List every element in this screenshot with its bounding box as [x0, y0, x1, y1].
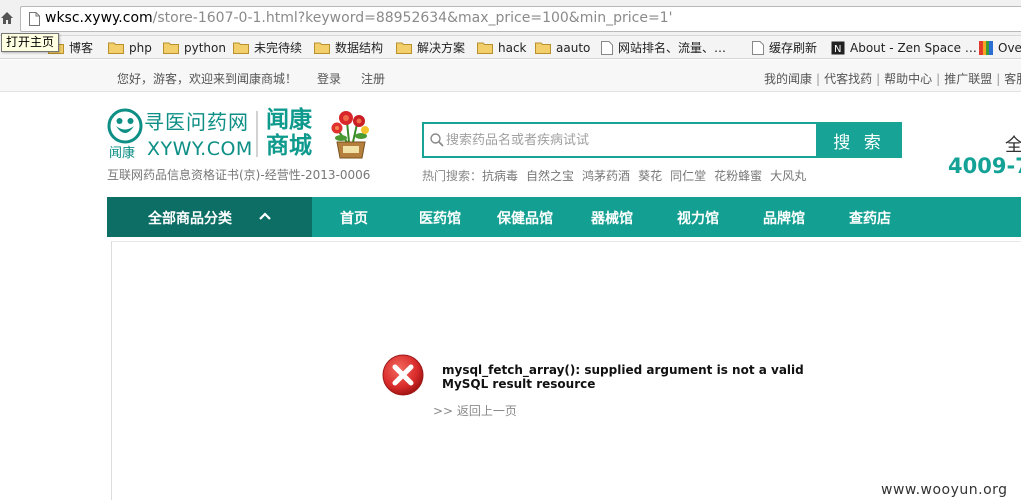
hot-keyword[interactable]: 葵花	[638, 169, 662, 183]
url-host: wksc.xywy.com	[45, 10, 153, 26]
home-icon	[1, 12, 13, 24]
nav-item-brands[interactable]: 品牌馆	[763, 208, 805, 228]
nav-item-health-products[interactable]: 保健品馆	[497, 208, 553, 228]
bookmark-label: 未完待续	[254, 41, 303, 55]
hotline-number: 4009-7	[948, 154, 1021, 178]
folder-icon	[233, 42, 249, 54]
bookmark-label: 解决方案	[417, 41, 466, 55]
svg-text:N: N	[834, 44, 841, 55]
folder-icon	[314, 42, 330, 54]
page-icon	[752, 40, 764, 55]
bookmark-php[interactable]: php	[108, 39, 152, 56]
bookmark-label: python	[184, 40, 226, 55]
logo-sub-text: 闻康	[109, 146, 136, 161]
help-center-link[interactable]: 帮助中心	[884, 72, 932, 86]
back-link[interactable]: >> 返回上一页	[433, 402, 517, 419]
customer-service-link[interactable]: 客服	[1004, 72, 1021, 86]
register-link[interactable]: 注册	[361, 70, 385, 87]
folder-icon	[396, 42, 412, 54]
page-icon	[29, 12, 40, 26]
logo-divider	[256, 111, 258, 157]
bookmark-label: hack	[498, 40, 527, 55]
error-icon	[382, 354, 424, 396]
find-drug-link[interactable]: 代客找药	[824, 72, 872, 86]
logo-chinese-text: 寻医问药网	[144, 110, 249, 134]
affiliate-link[interactable]: 推广联盟	[944, 72, 992, 86]
hot-keyword[interactable]: 同仁堂	[670, 169, 706, 183]
nav-item-devices[interactable]: 器械馆	[591, 208, 633, 228]
chevron-up-icon	[259, 212, 271, 220]
browser-address-bar: wksc.xywy.com/store-1607-0-1.html?keywor…	[0, 0, 1021, 36]
bookmark-over[interactable]: Over	[979, 39, 1021, 56]
search-icon	[430, 133, 444, 147]
separator: |	[996, 72, 1001, 86]
bookmarks-bar: 博客 php python 未完待续 数据结构 解决方案 hack aauto …	[0, 36, 1021, 59]
flower-pot-icon	[331, 111, 369, 159]
folder-icon	[535, 42, 551, 54]
login-link[interactable]: 登录	[317, 70, 341, 87]
bookmark-label: About - Zen Space …	[850, 40, 977, 55]
bookmark-label: 数据结构	[335, 41, 384, 55]
watermark: www.wooyun.org	[881, 482, 1008, 498]
topbar-links: 我的闻康|代客找药|帮助中心|推广联盟|客服	[764, 70, 1021, 87]
bookmark-label: 缓存刷新	[769, 41, 818, 55]
url-field[interactable]: wksc.xywy.com/store-1607-0-1.html?keywor…	[20, 6, 1021, 32]
bookmark-zen-space[interactable]: N About - Zen Space …	[831, 39, 977, 56]
hot-keyword[interactable]: 自然之宝	[526, 169, 574, 183]
logo-english-text: XYWY.COM	[147, 138, 253, 160]
home-tooltip: 打开主页	[1, 33, 60, 52]
nav-item-find-store[interactable]: 查药店	[849, 208, 891, 228]
search-button[interactable]: 搜 索	[816, 122, 902, 158]
bookmark-label: aauto	[556, 40, 591, 55]
mall-name: 闻康商城	[266, 107, 312, 159]
bookmark-aauto[interactable]: aauto	[535, 39, 590, 56]
url-path: /store-1607-0-1.html?keyword=88952634&ma…	[152, 10, 673, 26]
hot-keyword[interactable]: 抗病毒	[482, 169, 518, 183]
nav-item-vision[interactable]: 视力馆	[677, 208, 719, 228]
bookmark-label: 网站排名、流量、…	[618, 41, 727, 55]
bookmark-site-rank[interactable]: 网站排名、流量、…	[601, 39, 726, 56]
separator: |	[936, 72, 941, 86]
welcome-text: 您好，游客，欢迎来到闻康商城！	[117, 72, 298, 86]
folder-icon	[108, 42, 124, 54]
search-input[interactable]	[446, 129, 811, 151]
site-topbar: 您好，游客，欢迎来到闻康商城！ 登录 注册 我的闻康 | 代客找药 | 帮助中心 | 推广联…	[0, 60, 1021, 92]
bookmark-cache-refresh[interactable]: 缓存刷新	[752, 39, 817, 56]
search-box: 搜 索	[422, 122, 902, 158]
colorful-icon	[979, 40, 993, 55]
my-account-link[interactable]: 我的闻康	[764, 72, 812, 86]
page-icon	[601, 40, 613, 55]
hot-searches: 热门搜索：抗病毒 自然之宝 鸿茅药酒 葵花 同仁堂 花粉蜂蜜 大风丸	[422, 167, 814, 184]
bookmark-unfinished[interactable]: 未完待续	[233, 39, 302, 56]
bookmark-solutions[interactable]: 解决方案	[396, 39, 465, 56]
hot-keyword[interactable]: 花粉蜂蜜	[714, 169, 762, 183]
nav-item-home[interactable]: 首页	[340, 208, 368, 228]
nav-item-pharmacy[interactable]: 医药馆	[419, 208, 461, 228]
folder-icon	[477, 42, 493, 54]
logo-mark-icon	[107, 108, 143, 144]
separator: |	[816, 72, 821, 86]
bookmark-data-structures[interactable]: 数据结构	[314, 39, 383, 56]
site-logo[interactable]: 寻医问药网 闻康 XYWY.COM	[107, 106, 267, 162]
all-categories-label: 全部商品分类	[148, 211, 232, 227]
error-message: mysql_fetch_array(): supplied argument i…	[442, 363, 804, 391]
separator: |	[876, 72, 881, 86]
zen-icon: N	[831, 41, 845, 55]
hot-keyword[interactable]: 大风丸	[770, 169, 806, 183]
bookmark-label: Over	[998, 40, 1021, 55]
bookmark-python[interactable]: python	[163, 39, 226, 56]
bookmark-label: php	[129, 40, 152, 55]
bookmark-hack[interactable]: hack	[477, 39, 527, 56]
hot-keyword[interactable]: 鸿茅药酒	[582, 169, 630, 183]
main-nav: 全部商品分类 首页 医药馆 保健品馆 器械馆 视力馆 品牌馆 查药店	[107, 197, 1021, 237]
license-text: 互联网药品信息资格证书(京)-经营性-2013-0006	[107, 168, 371, 182]
bookmark-label: 博客	[69, 41, 94, 55]
url-text: wksc.xywy.com/store-1607-0-1.html?keywor…	[45, 10, 672, 26]
hot-search-label: 热门搜索：	[422, 169, 483, 183]
all-categories-button[interactable]: 全部商品分类	[107, 197, 312, 237]
home-button[interactable]	[0, 9, 14, 27]
folder-icon	[163, 42, 179, 54]
